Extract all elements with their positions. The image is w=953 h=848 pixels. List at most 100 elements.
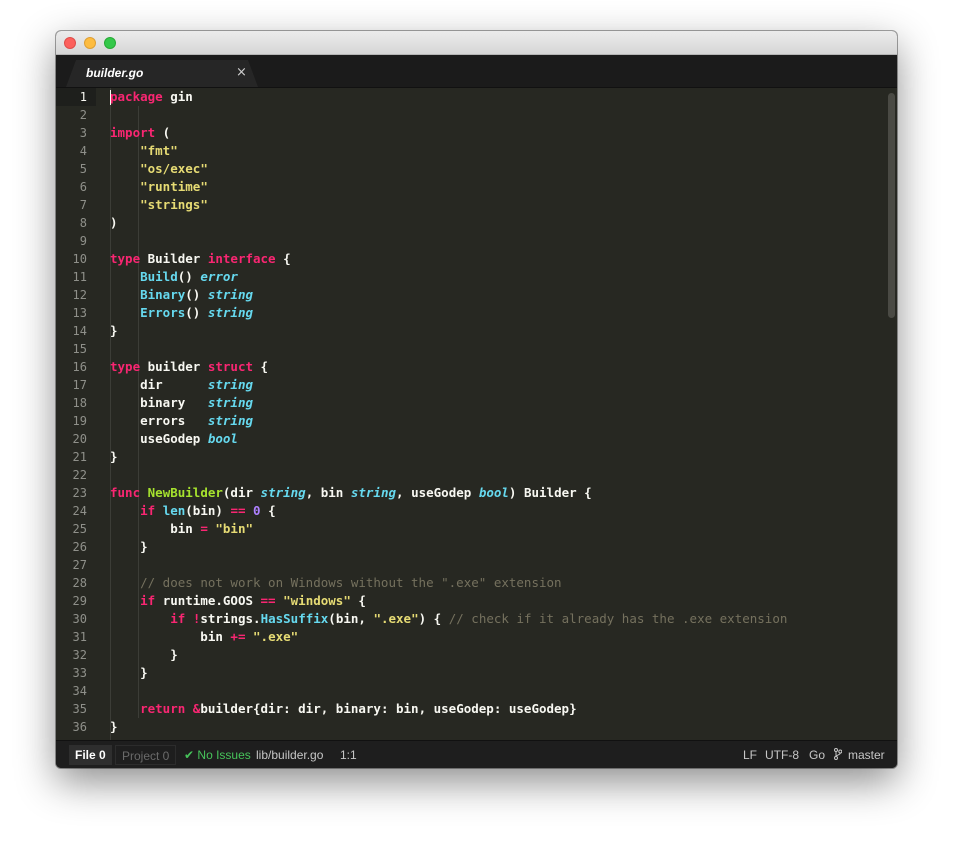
line-number: 16 bbox=[72, 360, 87, 374]
git-branch-icon bbox=[834, 748, 842, 760]
line-number: 33 bbox=[72, 666, 87, 680]
encoding-selector[interactable]: UTF-8 bbox=[765, 748, 799, 762]
git-branch[interactable]: master bbox=[848, 748, 885, 762]
code-text: Builder bbox=[140, 251, 208, 266]
minimize-window-button[interactable] bbox=[84, 37, 96, 49]
line-number: 9 bbox=[79, 234, 87, 248]
code-text: ) { bbox=[418, 611, 449, 626]
string-token: "runtime" bbox=[140, 179, 208, 194]
type-token: string bbox=[207, 305, 253, 320]
line-number: 7 bbox=[79, 198, 87, 212]
line-number: 15 bbox=[72, 342, 87, 356]
line-number: 29 bbox=[72, 594, 87, 608]
code-text: } bbox=[110, 449, 118, 464]
keyword-token: == bbox=[260, 593, 276, 608]
code-line: "strings" bbox=[110, 196, 885, 214]
code-line: package gin bbox=[110, 88, 885, 106]
line-number: 2 bbox=[79, 108, 87, 122]
close-tab-icon[interactable]: × bbox=[236, 65, 247, 80]
code-text: { bbox=[350, 593, 366, 608]
line-number: 20 bbox=[72, 432, 87, 446]
code-line: useGodep bool bbox=[110, 430, 885, 448]
line-number: 3 bbox=[79, 126, 87, 140]
keyword-token: if bbox=[140, 503, 156, 518]
line-number: 36 bbox=[72, 720, 87, 734]
code-text: { bbox=[253, 359, 269, 374]
line-ending-selector[interactable]: LF bbox=[743, 748, 757, 762]
issues-label: No Issues bbox=[197, 748, 251, 762]
zoom-window-button[interactable] bbox=[104, 37, 116, 49]
line-number: 4 bbox=[79, 144, 87, 158]
line-number: 30 bbox=[72, 612, 87, 626]
line-number: 23 bbox=[72, 486, 87, 500]
project-issues-tab[interactable]: Project 0 bbox=[115, 745, 177, 765]
code-line: type builder struct { bbox=[110, 358, 885, 376]
string-token: "bin" bbox=[215, 521, 254, 536]
keyword-token: type bbox=[110, 251, 141, 266]
code-line: Build() error bbox=[110, 268, 885, 286]
code-area[interactable]: package gin import ( "fmt" "os/exec" "run… bbox=[110, 88, 885, 740]
status-bar: File 0 Project 0 ✔ No Issues lib/builder… bbox=[56, 740, 897, 768]
string-token: "os/exec" bbox=[140, 161, 208, 176]
checkmark-icon: ✔ bbox=[184, 748, 195, 762]
code-line: if runtime.GOOS == "windows" { bbox=[110, 592, 885, 610]
code-text: gin bbox=[162, 89, 193, 104]
title-bar bbox=[56, 31, 897, 55]
string-token: ".exe" bbox=[373, 611, 419, 626]
code-line: } bbox=[110, 538, 885, 556]
code-line: dir string bbox=[110, 376, 885, 394]
code-line: import ( bbox=[110, 124, 885, 142]
number-token: 0 bbox=[253, 503, 261, 518]
code-line: } bbox=[110, 718, 885, 736]
line-number: 5 bbox=[79, 162, 87, 176]
code-text: builder{dir: dir, binary: bin, useGodep:… bbox=[200, 701, 577, 716]
grammar-selector[interactable]: Go bbox=[809, 748, 825, 762]
line-number: 19 bbox=[72, 414, 87, 428]
line-number: 25 bbox=[72, 522, 87, 536]
code-text: (bin) bbox=[185, 503, 231, 518]
code-text: errors bbox=[110, 413, 208, 428]
type-token: bool bbox=[478, 485, 509, 500]
file-path[interactable]: lib/builder.go bbox=[256, 748, 323, 762]
code-line: func NewBuilder(dir string, bin string, … bbox=[110, 484, 885, 502]
code-text: (bin, bbox=[328, 611, 374, 626]
function-call-token: len bbox=[162, 503, 186, 518]
line-number: 12 bbox=[72, 288, 87, 302]
code-text: strings. bbox=[200, 611, 261, 626]
code-editor[interactable]: 1 2 3 4 5 6 7 8 9 10 11 12 13 14 15 16 17 18 19 20 21 22 23 24 2… bbox=[56, 88, 897, 740]
code-line: "runtime" bbox=[110, 178, 885, 196]
code-text: { bbox=[275, 251, 291, 266]
vertical-scrollbar[interactable] bbox=[888, 93, 895, 318]
keyword-token: if bbox=[140, 593, 156, 608]
tab-builder-go[interactable]: builder.go × bbox=[66, 60, 258, 87]
type-token: string bbox=[350, 485, 397, 500]
type-token: bool bbox=[207, 431, 238, 446]
code-line: if !strings.HasSuffix(bin, ".exe") { // … bbox=[110, 610, 885, 628]
file-issues-tab[interactable]: File 0 bbox=[69, 745, 112, 765]
type-token: string bbox=[207, 413, 253, 428]
comment-token: // does not work on Windows without the … bbox=[140, 575, 562, 590]
code-text: useGodep bbox=[110, 431, 208, 446]
code-line: "os/exec" bbox=[110, 160, 885, 178]
string-token: "windows" bbox=[283, 593, 351, 608]
close-window-button[interactable] bbox=[64, 37, 76, 49]
string-token: ".exe" bbox=[253, 629, 299, 644]
code-text: binary bbox=[110, 395, 208, 410]
code-text: ) bbox=[110, 215, 118, 230]
code-text: bin bbox=[110, 629, 231, 644]
cursor-position[interactable]: 1:1 bbox=[340, 748, 357, 762]
code-line: Binary() string bbox=[110, 286, 885, 304]
issues-status[interactable]: ✔ No Issues bbox=[184, 748, 251, 762]
